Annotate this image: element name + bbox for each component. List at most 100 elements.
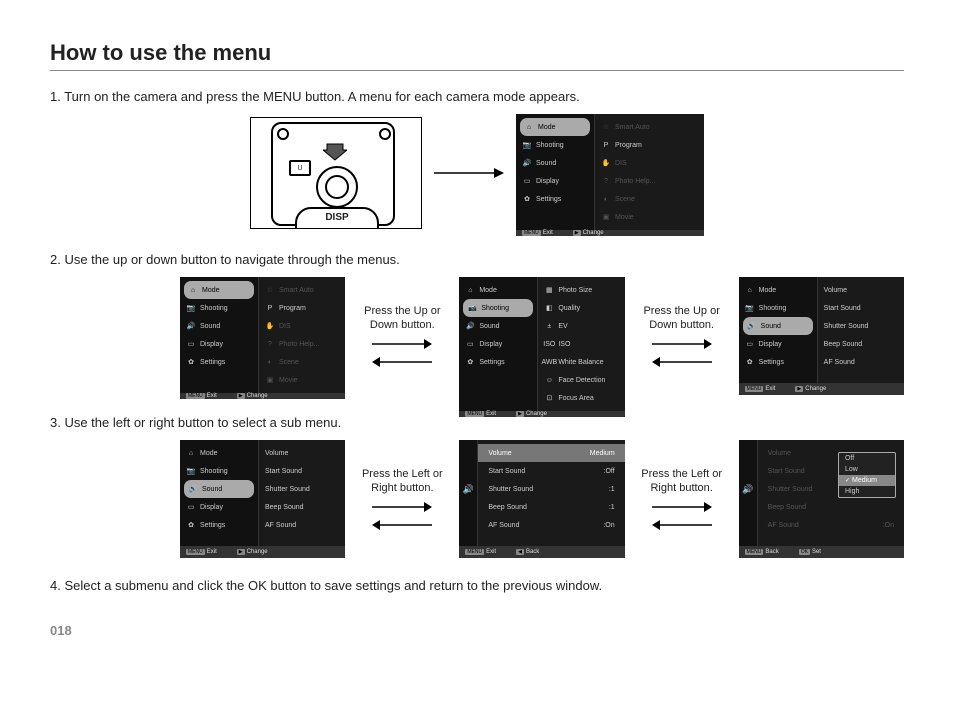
menu-item-shooting[interactable]: 📷Shooting [516, 136, 594, 154]
menu-item-display[interactable]: ▭Display [459, 335, 537, 353]
arrow-updown-group: Press the Up or Down button. [357, 304, 447, 369]
menu-item-mode[interactable]: ⌂Mode [180, 444, 258, 462]
menu-screen-sound-2: ⌂Mode 📷Shooting 🔊Sound ▭Display ✿Setting… [180, 440, 345, 558]
caption-leftright: Press the Left or Right button. [357, 467, 447, 496]
arrow-leftright-group: Press the Left or Right button. [637, 467, 727, 532]
submenu-item[interactable]: Start Sound [818, 299, 904, 317]
submenu-item[interactable]: ◧Quality [538, 299, 624, 317]
menu-item-settings[interactable]: ✿Settings [459, 353, 537, 371]
menu-item-sound[interactable]: 🔊Sound [459, 317, 537, 335]
popup-item-high[interactable]: High [839, 486, 895, 497]
page-title: How to use the menu [50, 40, 904, 71]
sound-icon: 🔊 [742, 484, 753, 495]
menu-item-mode[interactable]: ⌂Mode [459, 281, 537, 299]
mode-icon: ⌂ [524, 123, 534, 131]
menu-item-shooting[interactable]: 📷Shooting [180, 462, 258, 480]
menu-item-settings[interactable]: ✿Settings [180, 353, 258, 371]
menu-item-sound[interactable]: 🔊Sound [180, 317, 258, 335]
menu-item-display[interactable]: ▭Display [516, 172, 594, 190]
submenu-item[interactable]: ✋DIS [259, 317, 345, 335]
menu-item-sound[interactable]: 🔊Sound [743, 317, 813, 335]
menu-item-settings[interactable]: ✿Settings [180, 516, 258, 534]
submenu-item[interactable]: Shutter Sound [818, 317, 904, 335]
menu-item-display[interactable]: ▭Display [739, 335, 817, 353]
menu-item-sound[interactable]: 🔊Sound [184, 480, 254, 498]
submenu-item[interactable]: Start Sound [259, 462, 345, 480]
menu-item-shooting[interactable]: 📷Shooting [180, 299, 258, 317]
arrow-leftright-group: Press the Left or Right button. [357, 467, 447, 532]
submenu-item[interactable]: ⊡Focus Area [538, 389, 624, 407]
submenu-item[interactable]: AWBWhite Balance [538, 353, 624, 371]
menu-item-display[interactable]: ▭Display [180, 335, 258, 353]
detail-row[interactable]: Beep Sound:1 [478, 498, 624, 516]
menu-screen-sound-popup: 🔊 Volume Start Sound Shutter Sound Beep … [739, 440, 904, 558]
submenu-item[interactable]: ▣Movie [595, 208, 704, 226]
submenu-item[interactable]: Volume [259, 444, 345, 462]
step-3: 3. Use the left or right button to selec… [50, 415, 904, 430]
arrow-right-icon [434, 166, 504, 180]
step-4: 4. Select a submenu and click the OK but… [50, 578, 904, 593]
submenu-item[interactable]: Volume [818, 281, 904, 299]
menu-item-mode[interactable]: ⌂Mode [184, 281, 254, 299]
menu-tab: U [289, 160, 311, 176]
volume-popup: Off Low Medium High [838, 452, 896, 498]
detail-row[interactable]: Start Sound:Off [478, 462, 624, 480]
down-arrow-icon [323, 142, 347, 162]
disp-button: DISP [295, 207, 379, 229]
submenu-item[interactable]: ◐Scene [595, 190, 704, 208]
submenu-item[interactable]: ☆Smart Auto [259, 281, 345, 299]
detail-row[interactable]: Shutter Sound:1 [478, 480, 624, 498]
step-1: 1. Turn on the camera and press the MENU… [50, 89, 904, 104]
row-step1: U DISP ⌂Mode 📷Shooting 🔊Sound ▭Display ✿… [50, 114, 904, 232]
submenu-item[interactable]: PProgram [595, 136, 704, 154]
menu-item-shooting[interactable]: 📷Shooting [463, 299, 533, 317]
menu-footer: MENUExit ▶Change [516, 230, 704, 236]
caption-updown: Press the Up or Down button. [357, 304, 447, 333]
menu-screen-sound-detail: 🔊 VolumeMedium Start Sound:Off Shutter S… [459, 440, 624, 558]
menu-item-settings[interactable]: ✿Settings [739, 353, 817, 371]
submenu-item[interactable]: ◐Scene [259, 353, 345, 371]
sound-icon: 🔊 [522, 159, 532, 167]
submenu-item[interactable]: ☺Face Detection [538, 371, 624, 389]
sound-icon: 🔊 [463, 484, 474, 495]
submenu-item[interactable]: AF Sound [259, 516, 345, 534]
submenu-item[interactable]: ?Photo Help... [595, 172, 704, 190]
submenu-item[interactable]: ▣Movie [259, 371, 345, 389]
camera-icon: 📷 [522, 141, 532, 149]
submenu-item[interactable]: Shutter Sound [259, 480, 345, 498]
submenu-item[interactable]: ?Photo Help... [259, 335, 345, 353]
camera-illustration: U DISP [250, 117, 422, 229]
detail-row: AF Sound:On [758, 516, 904, 534]
menu-item-mode[interactable]: ⌂Mode [739, 281, 817, 299]
caption-leftright: Press the Left or Right button. [637, 467, 727, 496]
detail-row[interactable]: VolumeMedium [478, 444, 624, 462]
row-step2: ⌂Mode 📷Shooting 🔊Sound ▭Display ✿Setting… [180, 277, 904, 395]
row-step3: ⌂Mode 📷Shooting 🔊Sound ▭Display ✿Setting… [180, 440, 904, 558]
menu-item-settings[interactable]: ✿Settings [516, 190, 594, 208]
submenu-item[interactable]: ✋DIS [595, 154, 704, 172]
submenu-item[interactable]: Beep Sound [818, 335, 904, 353]
submenu-item[interactable]: ▦Photo Size [538, 281, 624, 299]
popup-item-off[interactable]: Off [839, 453, 895, 464]
detail-row[interactable]: AF Sound:On [478, 516, 624, 534]
page-number: 018 [50, 623, 904, 638]
caption-updown: Press the Up or Down button. [637, 304, 727, 333]
submenu-item[interactable]: ±EV [538, 317, 624, 335]
submenu-item[interactable]: AF Sound [818, 353, 904, 371]
menu-item-mode[interactable]: ⌂Mode [520, 118, 590, 136]
menu-item-shooting[interactable]: 📷Shooting [739, 299, 817, 317]
popup-item-low[interactable]: Low [839, 464, 895, 475]
menu-item-display[interactable]: ▭Display [180, 498, 258, 516]
submenu-item[interactable]: PProgram [259, 299, 345, 317]
display-icon: ▭ [522, 177, 532, 185]
submenu-item[interactable]: ISOISO [538, 335, 624, 353]
submenu-item[interactable]: Beep Sound [259, 498, 345, 516]
menu-button-icon [316, 166, 358, 208]
popup-item-medium[interactable]: Medium [839, 475, 895, 486]
menu-screen-mode: ⌂Mode 📷Shooting 🔊Sound ▭Display ✿Setting… [516, 114, 704, 232]
submenu-item[interactable]: ☆Smart Auto [595, 118, 704, 136]
menu-screen-sound: ⌂Mode 📷Shooting 🔊Sound ▭Display ✿Setting… [739, 277, 904, 395]
detail-row: Beep Sound [758, 498, 904, 516]
menu-screen-mode-2: ⌂Mode 📷Shooting 🔊Sound ▭Display ✿Setting… [180, 277, 345, 395]
menu-item-sound[interactable]: 🔊Sound [516, 154, 594, 172]
